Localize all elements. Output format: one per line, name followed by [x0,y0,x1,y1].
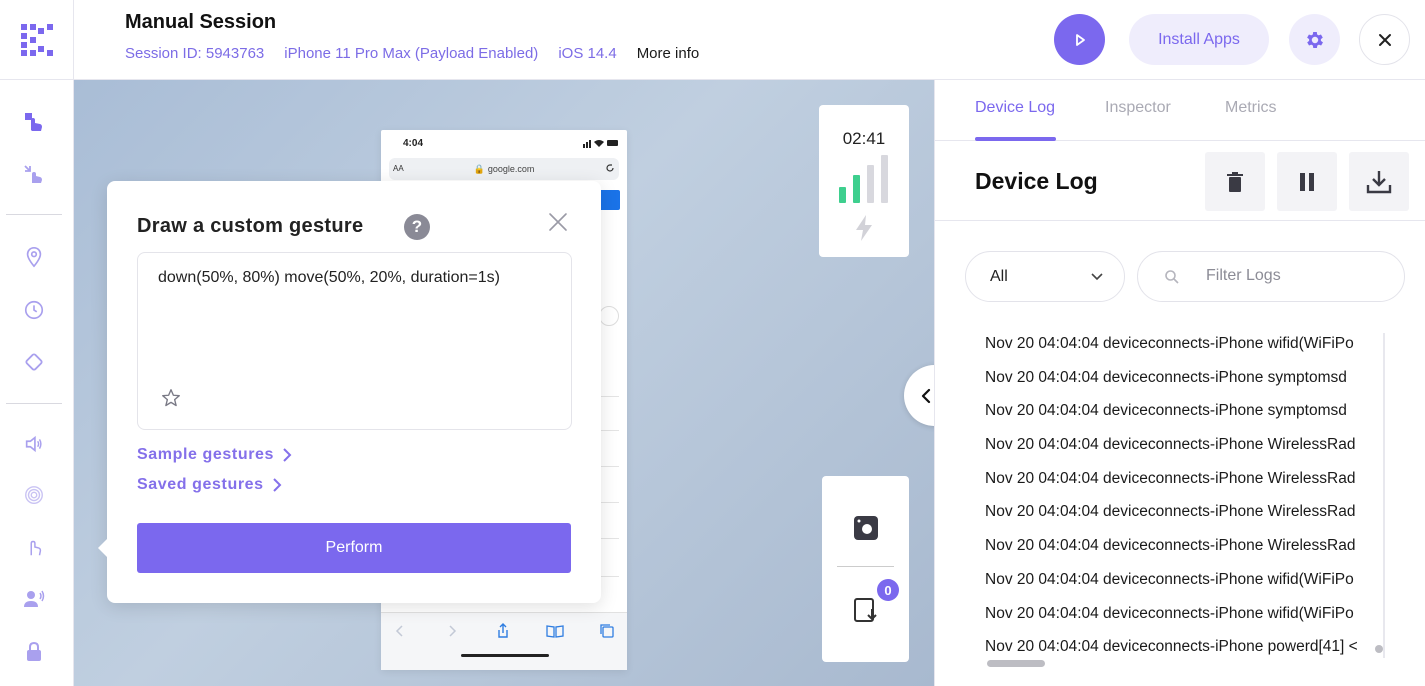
gear-icon [1306,31,1323,48]
panel-toggle-button[interactable] [904,365,934,426]
play-button[interactable] [1054,14,1105,65]
device-home-indicator [461,654,549,657]
chevron-right-icon [283,448,292,462]
download-log-button[interactable] [1349,152,1409,211]
camera-icon[interactable] [853,515,879,541]
filter-logs-field[interactable] [1137,251,1405,302]
lock-icon[interactable] [20,638,48,666]
close-icon[interactable] [547,211,569,233]
perform-button[interactable]: Perform [137,523,571,573]
tab-metrics[interactable]: Metrics [1225,99,1277,117]
panel-tabs: Device Log Inspector Metrics [935,80,1425,141]
recording-count-badge: 0 [877,579,899,601]
chevron-down-icon [1091,273,1103,281]
app-logo[interactable] [0,0,74,80]
touch-icon[interactable] [20,533,48,561]
left-sidebar [0,80,74,686]
recording-download-icon[interactable] [853,597,881,625]
pause-log-button[interactable] [1277,152,1337,211]
log-list: Nov 20 04:04:04 deviceconnects-iPhone wi… [935,333,1385,658]
log-line: Nov 20 04:04:04 deviceconnects-iPhone wi… [985,605,1354,622]
device-google-icon [599,306,619,326]
device-toolbar [381,612,627,670]
play-icon [1075,33,1085,46]
tap-icon[interactable] [20,160,48,188]
device-bookmarks-icon[interactable] [546,624,564,638]
code-brackets-icon [921,388,930,403]
device-back-icon[interactable] [395,625,405,637]
gesture-input-text: down(50%, 80%) move(50%, 20%, duration=1… [158,269,500,286]
install-apps-button[interactable]: Install Apps [1129,14,1269,65]
gesture-popover-title: Draw a custom gesture [137,215,364,237]
device-url-prefix: AA [393,164,404,173]
device-url: google.com [487,164,535,174]
horizontal-scrollbar[interactable] [987,660,1045,667]
gesture-icon[interactable] [20,108,48,136]
log-line: Nov 20 04:04:04 deviceconnects-iPhone Wi… [985,503,1356,520]
device-log-header: Device Log [935,141,1425,221]
more-info-link[interactable]: More info [637,45,700,62]
session-meta: Session ID: 5943763 iPhone 11 Pro Max (P… [125,45,699,62]
chevron-right-icon [272,478,282,492]
sample-gestures-label: Sample gestures [137,446,275,463]
vertical-scrollbar[interactable] [1383,333,1385,658]
logo-icon [20,24,53,56]
pause-icon [1300,172,1314,191]
log-line: Nov 20 04:04:04 deviceconnects-iPhone sy… [985,402,1347,419]
filter-logs-input[interactable] [1206,267,1386,285]
saved-gestures-label: Saved gestures [137,476,264,493]
sample-gestures-link[interactable]: Sample gestures [137,446,292,464]
status-icons [583,140,618,148]
os-version: iOS 14.4 [558,45,617,62]
star-icon[interactable] [160,387,182,409]
saved-gestures-link[interactable]: Saved gestures [137,476,282,494]
fingerprint-icon[interactable] [20,481,48,509]
scroll-corner [1375,645,1383,653]
log-line: Nov 20 04:04:04 deviceconnects-iPhone po… [985,638,1358,655]
device-log-title: Device Log [975,168,1098,194]
tab-inspector[interactable]: Inspector [1105,99,1171,117]
device-status-time: 4:04 [403,138,424,149]
log-line: Nov 20 04:04:04 deviceconnects-iPhone sy… [985,369,1347,386]
download-icon [1366,170,1392,193]
session-id: Session ID: 5943763 [125,45,265,62]
device-forward-icon[interactable] [447,625,457,637]
settings-button[interactable] [1289,14,1340,65]
volume-icon[interactable] [20,430,48,458]
search-icon [1165,270,1179,284]
media-card: 0 [822,476,909,662]
device-share-icon[interactable] [496,623,510,639]
custom-gesture-popover: Draw a custom gesture ? down(50%, 80%) m… [98,181,601,603]
log-level-select[interactable]: All [965,251,1125,302]
log-line: Nov 20 04:04:04 deviceconnects-iPhone Wi… [985,436,1356,453]
session-timer-card: 02:41 [819,105,909,257]
lightning-icon [856,215,872,241]
device-name: iPhone 11 Pro Max (Payload Enabled) [284,45,539,62]
gesture-input[interactable]: down(50%, 80%) move(50%, 20%, duration=1… [137,252,572,430]
signal-icon [839,155,888,203]
trash-icon [1227,171,1243,192]
close-icon [1378,33,1391,46]
log-line: Nov 20 04:04:04 deviceconnects-iPhone wi… [985,571,1354,588]
device-url-bar[interactable]: 🔒 google.com [389,158,619,180]
clock-icon[interactable] [20,296,48,324]
device-stage: 4:04 🔒 google.com AA Draw a custom gestu… [74,80,934,686]
log-level-value: All [990,267,1008,285]
top-bar: Manual Session Session ID: 5943763 iPhon… [0,0,1425,80]
right-panel: Device Log Inspector Metrics Device Log … [934,80,1425,686]
clear-log-button[interactable] [1205,152,1265,211]
log-line: Nov 20 04:04:04 deviceconnects-iPhone wi… [985,335,1354,352]
page-title: Manual Session [125,11,277,33]
location-icon[interactable] [20,243,48,271]
close-session-button[interactable] [1359,14,1410,65]
help-icon[interactable]: ? [404,214,430,240]
reload-icon [606,164,614,172]
log-line: Nov 20 04:04:04 deviceconnects-iPhone Wi… [985,537,1356,554]
voice-icon[interactable] [20,585,48,613]
session-timer: 02:41 [842,129,886,148]
tab-device-log[interactable]: Device Log [975,99,1055,117]
log-line: Nov 20 04:04:04 deviceconnects-iPhone Wi… [985,470,1356,487]
device-tabs-icon[interactable] [599,623,615,639]
rotate-icon[interactable] [20,348,48,376]
